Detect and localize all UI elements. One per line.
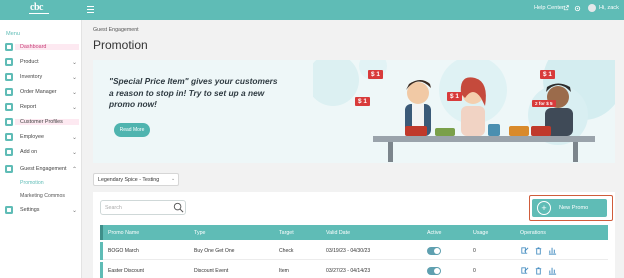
new-promo-label: New Promo	[559, 205, 589, 211]
column-header-promo-name: Promo Name	[108, 230, 140, 236]
sidebar-item-add-on[interactable]: Add on ⌄	[0, 145, 82, 159]
banner-text: "Special Price Item" gives your customer…	[109, 76, 278, 109]
column-header-valid-date: Valid Date	[326, 230, 351, 236]
read-more-button[interactable]: Read More	[114, 123, 150, 137]
external-link-icon[interactable]	[563, 5, 569, 11]
table-row[interactable]: BOGO March Buy One Get One Check 03/19/23 -…	[100, 242, 608, 260]
sidebar-item-product[interactable]: Product ⌄	[0, 55, 82, 69]
trash-icon[interactable]	[534, 266, 543, 275]
user-greeting[interactable]: Hi, zack	[599, 5, 619, 11]
search-placeholder: Search	[105, 205, 122, 211]
sidebar-item-employee[interactable]: Employee ⌄	[0, 130, 82, 144]
add-on-icon	[5, 148, 13, 156]
avatar[interactable]	[588, 4, 596, 12]
settings-icon	[5, 206, 13, 214]
order-manager-icon	[5, 88, 13, 96]
sidebar-item-dashboard[interactable]: Dashboard	[0, 40, 82, 54]
table-header: Promo Name Type Target Valid Date Active Usag…	[100, 225, 608, 240]
chart-icon[interactable]	[548, 266, 557, 275]
sidebar-item-label: Order Manager	[20, 89, 57, 95]
row-accent	[100, 262, 103, 278]
help-center-link[interactable]: Help Center	[534, 5, 564, 11]
chevron-down-icon: ⌄	[72, 105, 78, 111]
column-header-operations: Operations	[520, 230, 546, 236]
price-tag: $ 1	[355, 97, 370, 106]
price-tag: $ 1	[368, 70, 383, 79]
banner-illustration	[313, 60, 615, 162]
guest-engagement-icon	[5, 165, 13, 173]
sidebar-item-label: Customer Profiles	[20, 119, 63, 125]
sidebar-item-label: Guest Engagement	[20, 166, 67, 172]
promo-valid-date: 03/27/23 - 04/14/23	[326, 268, 371, 274]
row-accent	[100, 242, 103, 260]
dashboard-icon	[5, 43, 13, 51]
sidebar-item-label: Report	[20, 104, 37, 110]
sidebar-item-label: Dashboard	[20, 44, 47, 50]
menu-toggle-icon[interactable]	[87, 4, 95, 13]
promo-valid-date: 03/19/23 - 04/30/23	[326, 248, 371, 254]
edit-icon[interactable]	[520, 246, 529, 255]
chevron-down-icon: ⌄	[72, 75, 78, 81]
breadcrumb[interactable]: Guest Engagement	[93, 27, 139, 33]
column-header-active: Active	[427, 230, 442, 236]
sidebar-item-label: Add on	[20, 149, 38, 155]
sidebar-item-order-manager[interactable]: Order Manager ⌄	[0, 85, 82, 99]
price-tag: 2 for $ 5	[532, 100, 556, 107]
chevron-down-icon: ⌄	[72, 135, 78, 141]
customer-profiles-icon	[5, 118, 13, 126]
brand-logo[interactable]: cbc	[28, 2, 50, 17]
chart-icon[interactable]	[548, 246, 557, 255]
promo-usage: 0	[473, 248, 476, 254]
sidebar-item-report[interactable]: Report ⌄	[0, 100, 82, 114]
sidebar-item-label: Settings	[20, 207, 40, 213]
menu-heading: Menu	[6, 31, 20, 37]
employee-icon	[5, 133, 13, 141]
sidebar-item-guest-engagement[interactable]: Guest Engagement ⌃	[0, 162, 82, 176]
gear-icon[interactable]	[574, 5, 581, 12]
plus-icon: +	[537, 201, 551, 215]
trash-icon[interactable]	[534, 246, 543, 255]
column-header-type: Type	[194, 230, 206, 236]
sidebar-item-customer-profiles[interactable]: Customer Profiles	[0, 115, 82, 129]
active-toggle[interactable]	[427, 267, 441, 275]
search-icon[interactable]	[173, 202, 184, 213]
chevron-up-icon: ⌃	[72, 167, 78, 173]
promo-target: Check	[279, 248, 294, 254]
new-promo-button[interactable]: + New Promo	[532, 199, 607, 217]
promo-type: Discount Event	[194, 268, 229, 274]
inventory-icon	[5, 73, 13, 81]
location-select-value: Legendary Spice - Testing	[98, 177, 160, 183]
price-tag: $ 1	[540, 70, 555, 79]
promo-banner: "Special Price Item" gives your customer…	[93, 60, 615, 163]
sidebar-item-label: Employee	[20, 134, 44, 140]
promo-name: Easter Discount	[108, 268, 144, 274]
page-title: Promotion	[93, 38, 148, 52]
price-tag: $ 1	[447, 92, 462, 101]
logo-mark: cbc	[30, 2, 43, 13]
chevron-down-icon: ⌄	[72, 60, 78, 66]
chevron-down-icon: ⌄	[72, 90, 78, 96]
promo-type: Buy One Get One	[194, 248, 235, 254]
top-bar: cbc Help Center Hi, zack	[0, 0, 624, 20]
product-icon	[5, 58, 13, 66]
sidebar-item-label: Inventory	[20, 74, 43, 80]
column-header-target: Target	[279, 230, 294, 236]
sidebar-item-label: Product	[20, 59, 39, 65]
sidebar-item-inventory[interactable]: Inventory ⌄	[0, 70, 82, 84]
report-icon	[5, 103, 13, 111]
chevron-down-icon: ⌄	[171, 176, 176, 182]
chevron-down-icon: ⌄	[72, 150, 78, 156]
promo-target: Item	[279, 268, 289, 274]
sidebar-item-settings[interactable]: Settings ⌄	[0, 203, 82, 217]
promo-name: BOGO March	[108, 248, 139, 254]
table-row[interactable]: Easter Discount Discount Event Item 03/27/2…	[100, 262, 608, 278]
sidebar-subitem-promotion[interactable]: Promotion	[20, 180, 44, 186]
sidebar-subitem-marketing-commos[interactable]: Marketing Commos	[20, 193, 65, 199]
active-toggle[interactable]	[427, 247, 441, 255]
location-select[interactable]: Legendary Spice - Testing ⌄	[93, 173, 179, 186]
chevron-down-icon: ⌄	[72, 208, 78, 214]
promo-usage: 0	[473, 268, 476, 274]
edit-icon[interactable]	[520, 266, 529, 275]
column-header-usage: Usage	[473, 230, 489, 236]
